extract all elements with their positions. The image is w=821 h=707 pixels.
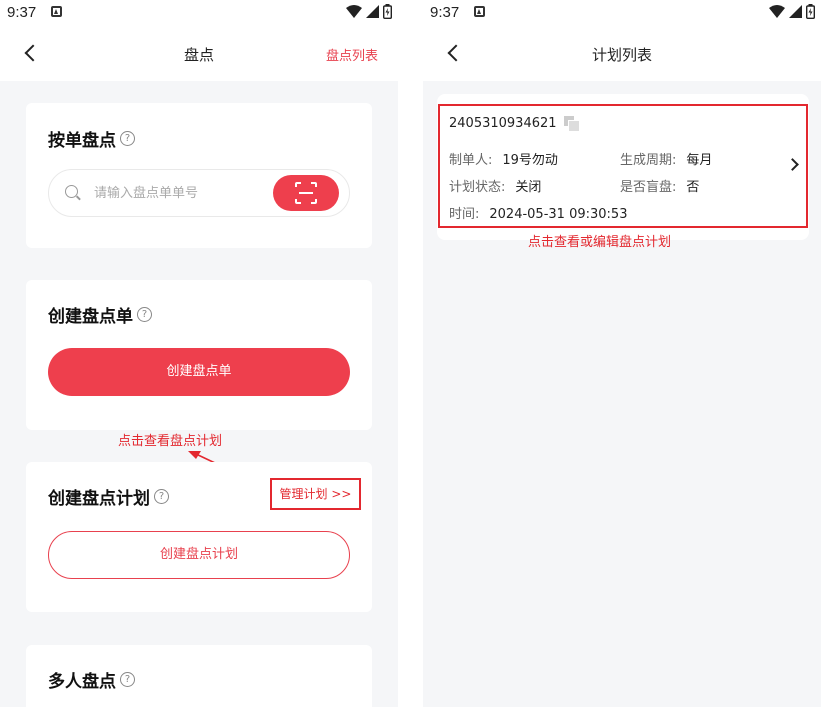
status-icons <box>769 4 815 19</box>
signal-icon <box>789 5 802 18</box>
annotation-edit-plan: 点击查看或编辑盘点计划 <box>528 235 672 250</box>
plan-number: 2405310934621 <box>449 116 557 131</box>
multi-user-title: 多人盘点 <box>48 672 116 692</box>
blind-field: 是否盲盘: 否 <box>620 176 699 195</box>
blind-value: 否 <box>686 180 700 195</box>
creator-label: 制单人: <box>449 153 493 168</box>
battery-icon <box>806 4 815 19</box>
status-time: 9:37 <box>430 4 460 21</box>
creator-field: 制单人: 19号勿动 <box>449 149 558 168</box>
plan-number-row: 2405310934621 <box>449 116 580 132</box>
cycle-label: 生成周期: <box>620 153 677 168</box>
nav-bar: 计划列表 <box>423 26 821 81</box>
help-icon[interactable]: ? <box>120 672 135 687</box>
multi-user-card: 多人盘点 ? <box>26 645 372 707</box>
multi-user-heading: 多人盘点 ? <box>48 667 135 692</box>
time-field: 时间: 2024-05-31 09:30:53 <box>449 203 627 222</box>
chevron-right-icon[interactable] <box>788 158 800 170</box>
status-field: 计划状态: 关闭 <box>449 176 541 195</box>
inventory-screen: 9:37 盘点 盘点列表 按单盘点 ? 请输入盘点单单号 创建盘点单 ? 创建盘… <box>0 0 398 707</box>
cycle-field: 生成周期: 每月 <box>620 149 712 168</box>
page-title: 计划列表 <box>591 46 652 64</box>
help-icon[interactable]: ? <box>154 489 169 504</box>
copy-icon[interactable] <box>563 116 580 132</box>
wifi-icon <box>769 5 785 18</box>
create-plan-title: 创建盘点计划 <box>48 489 150 509</box>
status-bar: 9:37 <box>423 0 821 26</box>
time-value: 2024-05-31 09:30:53 <box>489 207 628 222</box>
time-label: 时间: <box>449 207 480 222</box>
plan-list-screen: 9:37 计划列表 2405310934621 制单人: 19号勿动 生成周期: 每… <box>423 0 821 707</box>
create-plan-button[interactable]: 创建盘点计划 <box>48 531 350 579</box>
status-label: 计划状态: <box>449 180 506 195</box>
manage-plan-link[interactable]: 管理计划 >> <box>270 478 361 510</box>
cycle-value: 每月 <box>686 153 713 168</box>
notification-icon <box>474 6 485 17</box>
create-plan-heading: 创建盘点计划 ? <box>48 484 169 509</box>
creator-value: 19号勿动 <box>502 153 558 168</box>
blind-label: 是否盲盘: <box>620 180 677 195</box>
status-value: 关闭 <box>515 180 542 195</box>
